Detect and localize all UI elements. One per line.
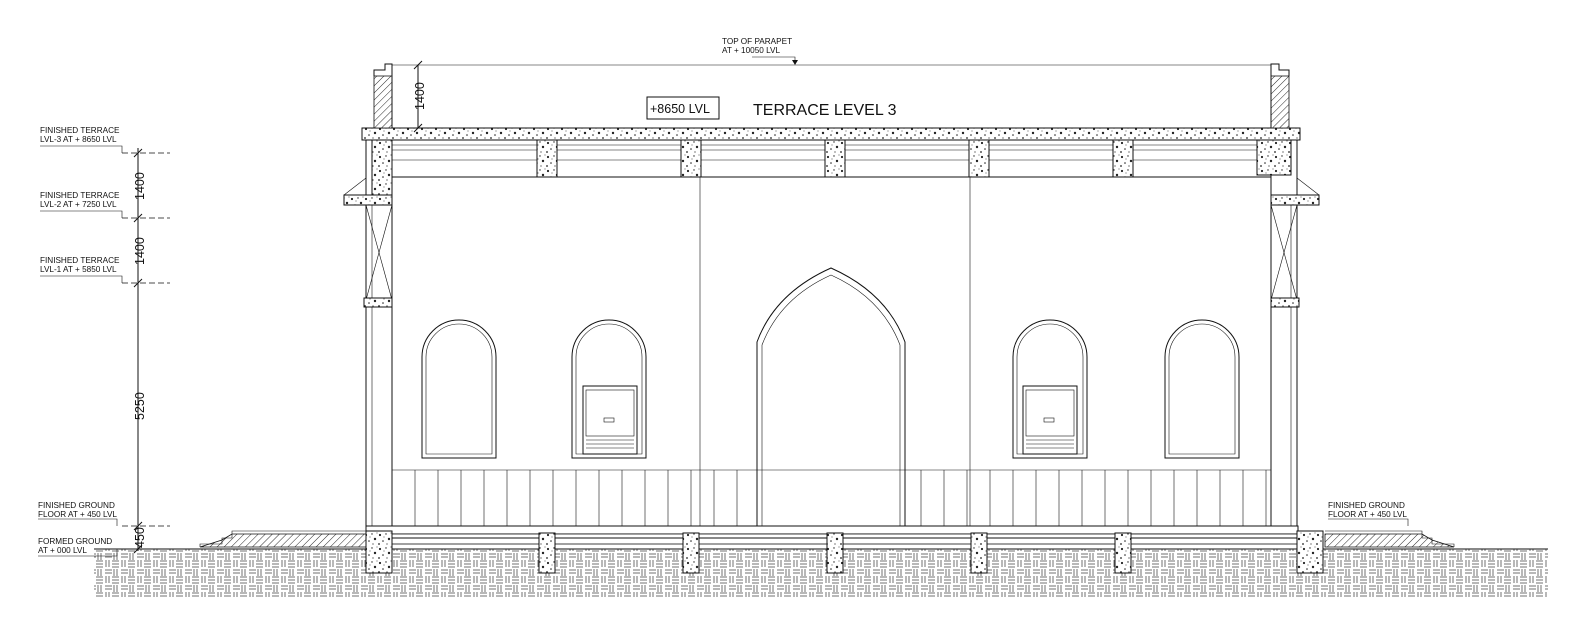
footing-left bbox=[365, 530, 393, 574]
label-terrace-2-line1: FINISHED TERRACE bbox=[40, 191, 120, 200]
dimension-text-2: 1400 bbox=[133, 237, 147, 265]
label-terrace-2-line2: LVL-2 AT + 7250 LVL bbox=[40, 200, 117, 209]
roof-beam-5 bbox=[1112, 139, 1134, 178]
top-parapet-label-line2: AT + 10050 LVL bbox=[722, 46, 780, 55]
elevation-drawing: TOP OF PARAPET AT + 10050 LVL TERRACE LE… bbox=[38, 37, 1548, 597]
label-terrace-3-line2: LVL-3 AT + 8650 LVL bbox=[40, 135, 117, 144]
main-wall bbox=[391, 176, 1272, 527]
dimension-text-3: 5250 bbox=[133, 392, 147, 420]
roof-beam-1 bbox=[536, 139, 558, 178]
roof-beam-2 bbox=[680, 139, 702, 178]
footing-3 bbox=[826, 532, 844, 574]
label-terrace-3-line1: FINISHED TERRACE bbox=[40, 126, 120, 135]
footing-1 bbox=[538, 532, 556, 574]
band-left bbox=[363, 297, 393, 308]
right-level-leader bbox=[1328, 518, 1409, 526]
ground bbox=[94, 548, 1548, 597]
level-box-text: +8650 LVL bbox=[650, 102, 710, 116]
label-right-ffl-line2: FLOOR AT + 450 LVL bbox=[1328, 510, 1407, 519]
roof-slab bbox=[361, 127, 1301, 141]
soil-hatch bbox=[94, 549, 1548, 597]
label-terrace-1-line2: LVL-1 AT + 5850 LVL bbox=[40, 265, 117, 274]
parapet-dimension-text: 1400 bbox=[413, 82, 427, 110]
roof-beam-4 bbox=[968, 139, 990, 178]
top-parapet-label-line1: TOP OF PARAPET bbox=[722, 37, 792, 46]
footing-right bbox=[1296, 530, 1324, 574]
slab-edge-right bbox=[1256, 139, 1292, 176]
floor-beam bbox=[391, 533, 1298, 545]
chajja-left bbox=[343, 194, 393, 206]
slab-edge-left bbox=[371, 139, 393, 196]
band-right bbox=[1270, 297, 1300, 308]
top-parapet-leader bbox=[752, 56, 798, 65]
parapet-left bbox=[373, 75, 393, 129]
dimension-text-1: 1400 bbox=[133, 172, 147, 200]
footing-5 bbox=[1114, 532, 1132, 574]
dimension-text-4: 450 bbox=[133, 527, 147, 548]
label-ffl-line1: FINISHED GROUND bbox=[38, 501, 115, 510]
plinth-right bbox=[1324, 533, 1455, 548]
wall-face bbox=[391, 176, 1272, 527]
label-terrace-1-line1: FINISHED TERRACE bbox=[40, 256, 120, 265]
terrace-title: TERRACE LEVEL 3 bbox=[753, 102, 897, 119]
roof-beam-3 bbox=[824, 139, 846, 178]
label-formed-line1: FORMED GROUND bbox=[38, 537, 112, 546]
label-formed-line2: AT + 000 LVL bbox=[38, 546, 87, 555]
footing-2 bbox=[682, 532, 700, 574]
label-ffl-line2: FLOOR AT + 450 LVL bbox=[38, 510, 117, 519]
footing-4 bbox=[970, 532, 988, 574]
label-right-ffl-line1: FINISHED GROUND bbox=[1328, 501, 1405, 510]
parapet-right bbox=[1270, 75, 1290, 129]
chajja-right bbox=[1270, 194, 1320, 206]
plinth-left bbox=[199, 533, 367, 548]
